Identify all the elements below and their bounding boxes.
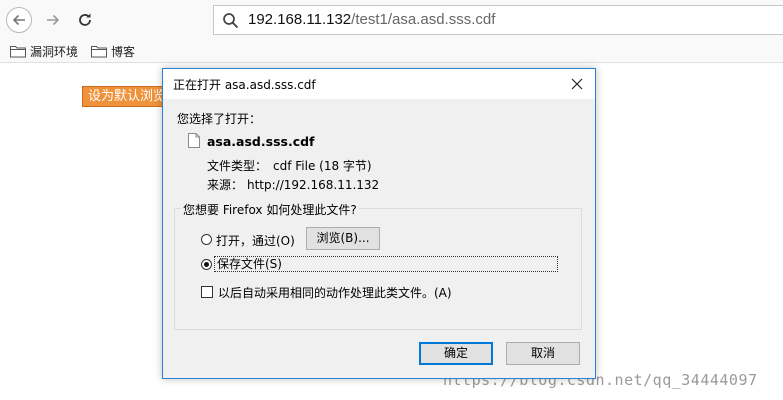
url-text[interactable]: 192.168.11.132/test1/asa.asd.sss.cdf xyxy=(248,11,495,28)
file-source-row: 来源： http://192.168.11.132 xyxy=(207,176,379,193)
cancel-button[interactable]: 取消 xyxy=(506,342,580,365)
open-file-dialog: 正在打开 asa.asd.sss.cdf 您选择了打开： asa.asd.sss… xyxy=(162,68,596,379)
save-file-radio[interactable] xyxy=(201,259,212,270)
action-question: 您想要 Firefox 如何处理此文件? xyxy=(181,201,359,218)
url-bar[interactable]: 192.168.11.132/test1/asa.asd.sss.cdf xyxy=(213,5,783,35)
close-button[interactable] xyxy=(559,69,595,99)
auto-action-checkbox[interactable] xyxy=(201,286,213,298)
file-name: asa.asd.sss.cdf xyxy=(207,134,315,149)
browse-button[interactable]: 浏览(B)... xyxy=(306,227,380,250)
back-button[interactable] xyxy=(6,7,32,33)
forward-arrow-icon xyxy=(47,14,60,26)
open-with-label[interactable]: 打开，通过(O) xyxy=(216,232,295,249)
browser-toolbar: 192.168.11.132/test1/asa.asd.sss.cdf xyxy=(0,0,783,40)
chose-label: 您选择了打开： xyxy=(177,112,262,126)
folder-icon xyxy=(10,46,26,58)
close-icon xyxy=(571,78,583,90)
folder-icon xyxy=(91,46,107,58)
file-type-value: cdf File (18 字节) xyxy=(273,159,372,173)
forward-button[interactable] xyxy=(40,7,66,33)
file-icon xyxy=(188,133,200,148)
ok-button[interactable]: 确定 xyxy=(419,342,493,365)
save-file-label[interactable]: 保存文件(S) xyxy=(214,256,558,272)
reload-button[interactable] xyxy=(72,7,98,33)
back-arrow-icon xyxy=(12,14,25,26)
file-type-label: 文件类型： xyxy=(207,159,268,173)
bookmark-item[interactable]: 博客 xyxy=(91,43,135,60)
url-path: /test1/asa.asd.sss.cdf xyxy=(351,11,496,28)
open-with-radio[interactable] xyxy=(201,234,212,245)
bookmark-item[interactable]: 漏洞环境 xyxy=(10,43,78,60)
auto-action-label[interactable]: 以后自动采用相同的动作处理此类文件。(A) xyxy=(218,284,452,301)
search-icon xyxy=(223,13,239,29)
bookmark-label: 漏洞环境 xyxy=(30,45,79,59)
dialog-title: 正在打开 asa.asd.sss.cdf xyxy=(173,78,316,92)
bookmarks-bar: 漏洞环境 博客 xyxy=(0,40,783,63)
file-type-row: 文件类型： cdf File (18 字节) xyxy=(207,157,372,174)
bookmark-label: 博客 xyxy=(111,45,136,59)
dialog-titlebar[interactable]: 正在打开 asa.asd.sss.cdf xyxy=(163,69,595,99)
file-source-label: 来源： xyxy=(207,178,244,192)
file-source-value: http://192.168.11.132 xyxy=(247,178,380,192)
url-host: 192.168.11.132 xyxy=(248,11,352,28)
reload-icon xyxy=(79,13,91,26)
